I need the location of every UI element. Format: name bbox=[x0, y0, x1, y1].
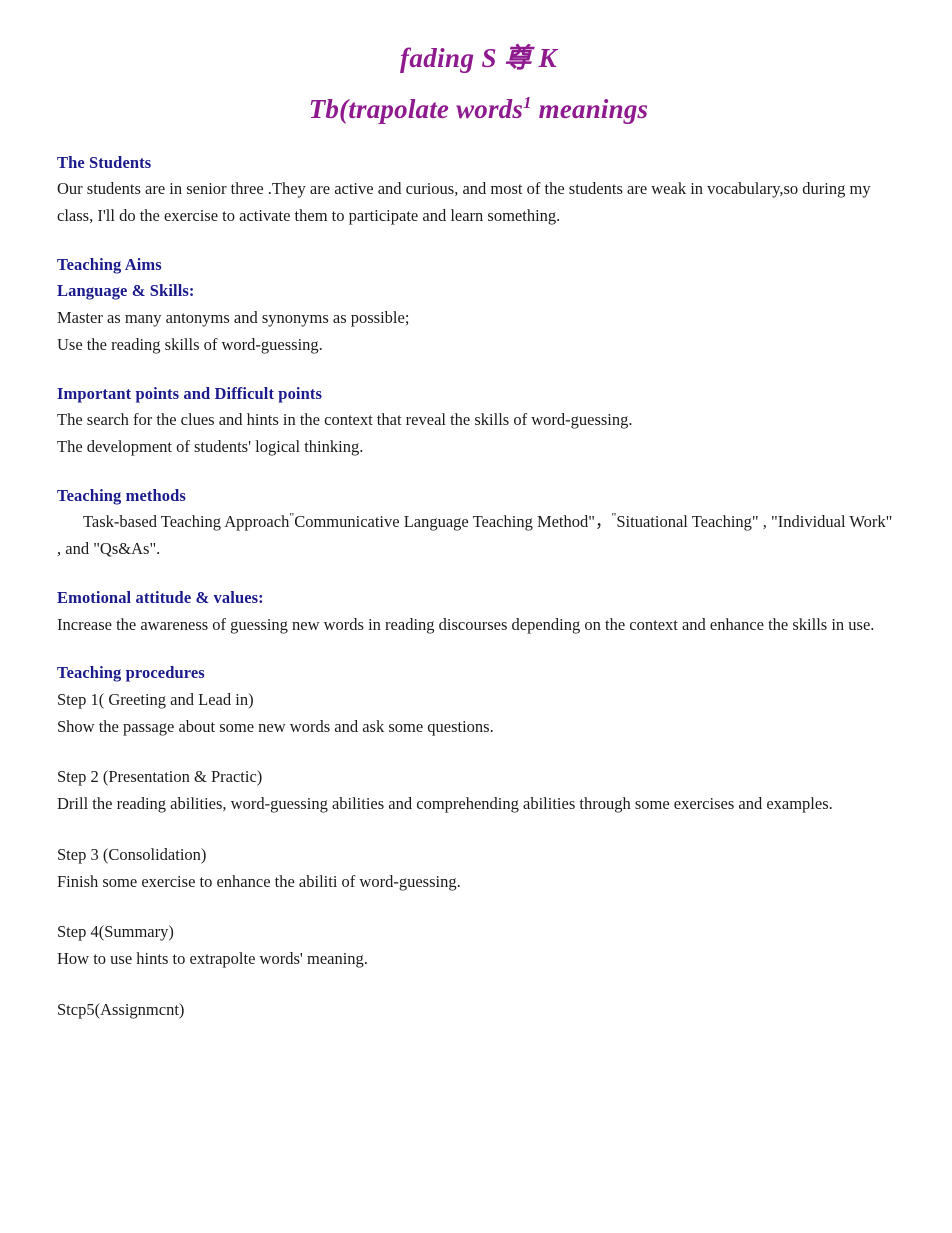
procedure-step-title: Stcp5(Assignmcnt) bbox=[57, 999, 185, 1019]
document-title-block: fading S 尊 K Tb(trapolate words1 meaning… bbox=[57, 40, 900, 128]
section-teaching-aims: Teaching Aims Language & Skills: Master … bbox=[57, 252, 900, 359]
section-emotional-attitude-values: Emotional attitude & values: Increase th… bbox=[57, 585, 900, 638]
section-the-students: The Students Our students are in senior … bbox=[57, 150, 900, 230]
section-teaching-procedures: Teaching procedures Step 1( Greeting and… bbox=[57, 660, 900, 1023]
section-body-the-students: Our students are in senior three .They a… bbox=[57, 179, 871, 225]
section-teaching-methods: Teaching methods Task-based Teaching App… bbox=[57, 483, 900, 563]
document-title-line-2: Tb(trapolate words1 meanings bbox=[57, 92, 900, 127]
procedure-step-title: Step 4(Summary) bbox=[57, 922, 174, 942]
procedure-step: Step 3 (Consolidation) Finish some exerc… bbox=[57, 842, 900, 895]
teaching-methods-text-2: Communicative Language Teaching Method"， bbox=[294, 512, 612, 532]
procedure-step-title: Step 3 (Consolidation) bbox=[57, 844, 207, 864]
procedure-step-body: Finish some exercise to enhance the abil… bbox=[57, 871, 461, 891]
teaching-aims-line-1: Master as many antonyms and synonyms as … bbox=[57, 308, 410, 328]
important-points-line-2: The development of students' logical thi… bbox=[57, 437, 364, 456]
section-heading-teaching-procedures: Teaching procedures bbox=[57, 663, 205, 683]
document-title-line-1: fading S 尊 K bbox=[399, 43, 558, 73]
section-heading-teaching-methods: Teaching methods bbox=[57, 485, 186, 505]
procedure-step: Stcp5(Assignmcnt) bbox=[57, 997, 900, 1024]
procedure-step: Step 2 (Presentation & Practic) Drill th… bbox=[57, 764, 900, 817]
document-body: fading S 尊 K Tb(trapolate words1 meaning… bbox=[0, 0, 952, 1024]
important-points-line-1: The search for the clues and hints in th… bbox=[57, 410, 633, 430]
procedure-step-body: How to use hints to extrapolte words' me… bbox=[57, 949, 368, 969]
teaching-aims-line-2: Use the reading skills of word-guessing. bbox=[57, 334, 323, 354]
section-heading-important-difficult-points: Important points and Difficult points bbox=[57, 383, 322, 403]
document-title-line-2-tail: meanings bbox=[531, 94, 649, 125]
section-heading-teaching-aims: Teaching Aims bbox=[57, 254, 162, 274]
section-important-difficult-points: Important points and Difficult points Th… bbox=[57, 381, 900, 461]
procedure-step-body: Drill the reading abilities, word-guessi… bbox=[57, 794, 833, 814]
section-heading-the-students: The Students bbox=[57, 152, 152, 172]
procedure-step: Step 1( Greeting and Lead in) Show the p… bbox=[57, 687, 900, 740]
document-page: fading S 尊 K Tb(trapolate words1 meaning… bbox=[0, 0, 952, 1233]
section-body-teaching-methods: Task-based Teaching Approach"Communicati… bbox=[57, 509, 900, 562]
document-title-line-2-text: Tb(trapolate words bbox=[308, 94, 524, 125]
section-heading-emotional-attitude-values: Emotional attitude & values: bbox=[57, 587, 264, 607]
procedure-step-body: Show the passage about some new words an… bbox=[57, 716, 494, 736]
procedure-step-title: Step 2 (Presentation & Practic) bbox=[57, 767, 263, 787]
section-subheading-language-skills: Language & Skills: bbox=[57, 281, 195, 301]
teaching-methods-text-1: Task-based Teaching Approach bbox=[83, 512, 290, 532]
section-body-emotional-attitude-values: Increase the awareness of guessing new w… bbox=[57, 614, 875, 634]
procedure-step: Step 4(Summary) How to use hints to extr… bbox=[57, 919, 900, 972]
document-title-footnote-marker: 1 bbox=[523, 93, 532, 113]
procedure-step-title: Step 1( Greeting and Lead in) bbox=[57, 690, 254, 710]
